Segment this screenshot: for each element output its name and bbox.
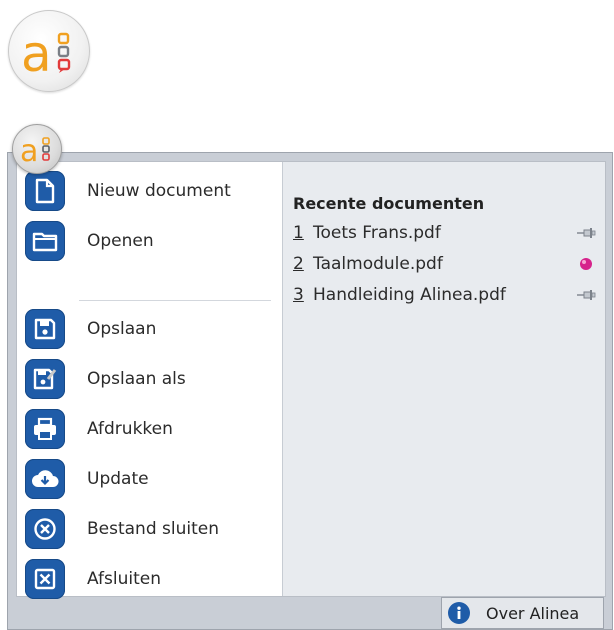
print-button[interactable]: Afdrukken xyxy=(17,404,282,454)
svg-text:a: a xyxy=(20,134,38,169)
exit-label: Afsluiten xyxy=(87,569,161,589)
alinea-logo-icon: a xyxy=(21,25,71,83)
recent-document-item[interactable]: 3 Handleiding Alinea.pdf xyxy=(293,281,598,309)
new-document-label: Nieuw document xyxy=(87,181,231,201)
folder-open-icon xyxy=(25,221,65,261)
open-label: Openen xyxy=(87,231,154,251)
update-button[interactable]: Update xyxy=(17,454,282,504)
recent-document-item[interactable]: 1 Toets Frans.pdf xyxy=(293,219,598,247)
recent-item-name: Taalmodule.pdf xyxy=(313,254,443,274)
print-icon xyxy=(25,409,65,449)
new-document-icon xyxy=(25,171,65,211)
command-list: Nieuw document Openen Opslaan Opslaan al… xyxy=(17,162,283,599)
menu-separator xyxy=(79,300,271,301)
application-menu-button[interactable]: a xyxy=(12,124,62,174)
pin-icon[interactable] xyxy=(574,285,598,305)
recent-item-number: 3 xyxy=(293,285,304,305)
recent-item-name: Handleiding Alinea.pdf xyxy=(313,285,506,305)
recent-item-number: 2 xyxy=(293,254,304,274)
info-icon xyxy=(448,602,470,624)
open-button[interactable]: Openen xyxy=(17,216,282,266)
update-label: Update xyxy=(87,469,149,489)
print-label: Afdrukken xyxy=(87,419,173,439)
save-as-label: Opslaan als xyxy=(87,369,186,389)
about-button[interactable]: Over Alinea xyxy=(441,597,604,629)
exit-icon xyxy=(25,559,65,599)
file-menu-panel: Nieuw document Openen Opslaan Opslaan al… xyxy=(16,161,606,599)
new-document-button[interactable]: Nieuw document xyxy=(17,166,282,216)
about-label: Over Alinea xyxy=(486,603,580,623)
exit-button[interactable]: Afsluiten xyxy=(17,554,282,604)
recent-document-item[interactable]: 2 Taalmodule.pdf xyxy=(293,250,598,278)
pin-icon[interactable] xyxy=(574,223,598,243)
cloud-download-icon xyxy=(25,459,65,499)
recent-documents-title: Recente documenten xyxy=(293,194,485,213)
save-icon xyxy=(25,309,65,349)
save-as-icon xyxy=(25,359,65,399)
recent-item-number: 1 xyxy=(293,223,304,243)
app-logo: a xyxy=(8,10,90,92)
alinea-logo-icon: a xyxy=(20,134,50,169)
close-file-icon xyxy=(25,509,65,549)
save-as-button[interactable]: Opslaan als xyxy=(17,354,282,404)
recent-item-name: Toets Frans.pdf xyxy=(313,223,441,243)
close-file-button[interactable]: Bestand sluiten xyxy=(17,504,282,554)
save-label: Opslaan xyxy=(87,319,157,339)
close-file-label: Bestand sluiten xyxy=(87,519,220,539)
file-menu-backstage: Nieuw document Openen Opslaan Opslaan al… xyxy=(7,152,613,630)
svg-text:a: a xyxy=(21,25,52,83)
save-button[interactable]: Opslaan xyxy=(17,304,282,354)
recent-documents-panel: Recente documenten 1 Toets Frans.pdf 2 T… xyxy=(283,162,605,596)
pinned-icon[interactable] xyxy=(574,254,598,274)
